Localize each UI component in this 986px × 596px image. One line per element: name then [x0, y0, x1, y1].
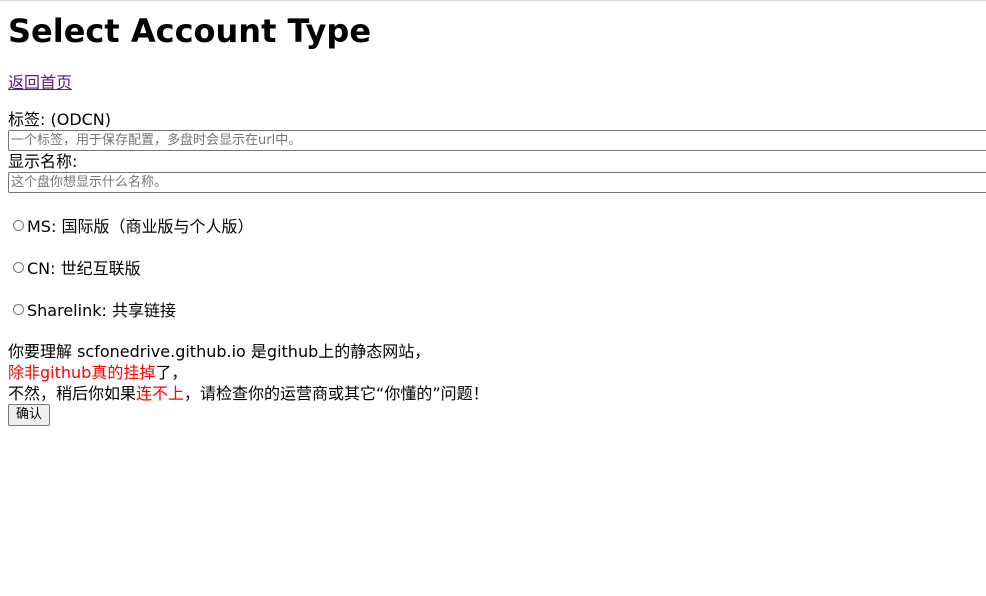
confirm-button[interactable]: 确认 — [8, 404, 51, 426]
tag-input[interactable] — [8, 130, 986, 151]
notice-line-3: 不然，稍后你如果连不上，请检查你的运营商或其它“你懂的”问题！ — [8, 383, 489, 404]
notice-line-3-suffix: ，请检查你的运营商或其它“你懂的”问题！ — [184, 384, 489, 403]
radio-button-sharelink[interactable] — [13, 303, 24, 315]
tag-label: 标签: (ODCN) — [8, 110, 112, 129]
notice-line-1: 你要理解 scfonedrive.github.io 是github上的静态网站… — [8, 342, 431, 361]
page-title: Select Account Type — [8, 12, 372, 50]
notice-line-2: 除非github真的挂掉了， — [8, 362, 187, 383]
radio-button-cn[interactable] — [13, 261, 24, 273]
home-link[interactable]: 返回首页 — [8, 72, 72, 94]
radio-label-sharelink[interactable]: Sharelink: 共享链接 — [27, 297, 176, 321]
display-name-input[interactable] — [8, 172, 986, 193]
radio-option-cn[interactable]: CN: 世纪互联版 — [8, 256, 141, 278]
notice-cannot-connect-text: 连不上 — [136, 384, 185, 403]
notice-warning-text: 除非github真的挂掉 — [8, 363, 156, 382]
radio-label-ms[interactable]: MS: 国际版（商业版与个人版） — [27, 213, 253, 237]
notice-line-3-prefix: 不然，稍后你如果 — [8, 384, 137, 403]
radio-option-sharelink[interactable]: Sharelink: 共享链接 — [8, 298, 176, 320]
radio-button-ms[interactable] — [13, 219, 24, 231]
top-divider — [0, 0, 986, 1]
radio-label-cn[interactable]: CN: 世纪互联版 — [27, 255, 141, 279]
radio-option-ms[interactable]: MS: 国际版（商业版与个人版） — [8, 214, 253, 236]
notice-line-2-tail: 了， — [155, 363, 188, 382]
display-name-label: 显示名称: — [8, 152, 78, 171]
